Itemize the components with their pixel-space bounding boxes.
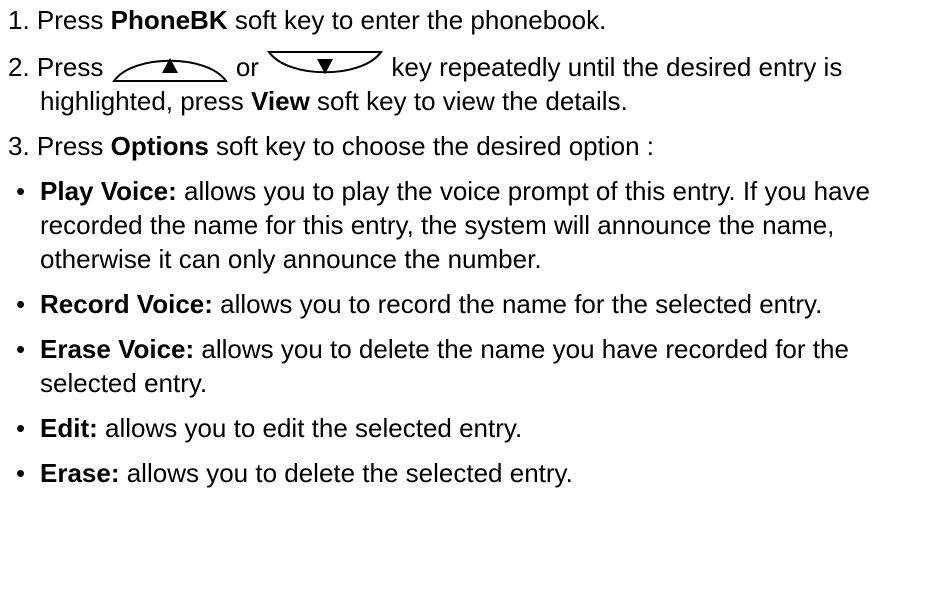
bullet-icon: • [16,458,26,488]
step-text: or [235,52,267,82]
step-text: soft key to view the details. [309,86,628,116]
option-erase-voice: • Erase Voice: allows you to delete the … [8,332,945,400]
option-title: Edit: [40,413,98,443]
step-text: soft key to enter the phonebook. [227,5,607,35]
option-erase: • Erase: allows you to delete the select… [8,456,945,490]
option-title: Erase: [40,458,120,488]
step-text: Press [36,5,111,35]
step-number: 1. [8,5,30,35]
option-play-voice: • Play Voice: allows you to play the voi… [8,174,945,276]
option-description: allows you to delete the selected entry. [119,458,573,488]
key-name: View [251,86,310,116]
step-text: Press [36,52,111,82]
option-record-voice: • Record Voice: allows you to record the… [8,287,945,321]
step-text: soft key to choose the desired option : [208,131,654,161]
instructions-page: 1. Press PhoneBK soft key to enter the p… [0,0,945,612]
option-list: • Play Voice: allows you to play the voi… [8,174,945,490]
step-number: 2. [8,52,30,82]
down-arrow-key-icon [266,48,384,84]
step-1: 1. Press PhoneBK soft key to enter the p… [8,3,945,37]
key-name: Options [110,131,209,161]
option-description: allows you to record the name for the se… [212,289,823,319]
bullet-icon: • [16,334,26,364]
step-2: 2. Press or key repeatedly until the des… [8,48,945,118]
option-title: Erase Voice: [40,334,195,364]
option-edit: • Edit: allows you to edit the selected … [8,411,945,445]
step-3: 3. Press Options soft key to choose the … [8,129,945,163]
step-number: 3. [8,131,30,161]
bullet-icon: • [16,413,26,443]
bullet-icon: • [16,289,26,319]
up-arrow-key-icon [111,48,229,84]
step-text: Press [36,131,111,161]
option-description: allows you to edit the selected entry. [97,413,523,443]
key-name: PhoneBK [110,5,228,35]
bullet-icon: • [16,176,26,206]
option-title: Play Voice: [40,176,177,206]
option-title: Record Voice: [40,289,213,319]
